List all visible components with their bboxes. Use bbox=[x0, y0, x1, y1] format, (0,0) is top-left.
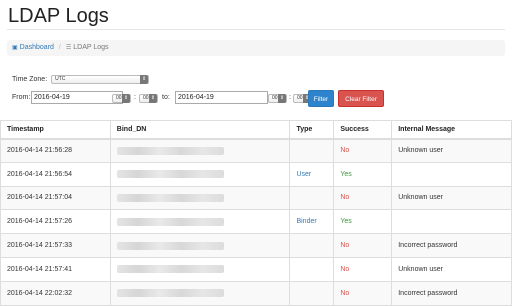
breadcrumb: ▣ Dashboard / ☰ LDAP Logs bbox=[7, 40, 505, 56]
from-hour-select[interactable]: 00 ⇕ bbox=[112, 94, 131, 103]
success-cell: No bbox=[333, 185, 393, 211]
success-cell: No bbox=[333, 280, 393, 306]
timestamp-cell: 2016-04-14 21:57:33 bbox=[0, 233, 111, 258]
bind-dn-cell bbox=[109, 138, 291, 163]
from-date-input[interactable] bbox=[31, 91, 123, 104]
filter-button[interactable]: Filter bbox=[308, 90, 334, 107]
bind-dn-cell bbox=[109, 161, 291, 187]
type-cell[interactable]: User bbox=[289, 161, 335, 187]
page-title: LDAP Logs bbox=[8, 5, 109, 27]
chevron-down-icon: ⇕ bbox=[122, 94, 130, 103]
date-range-row: From: 00 ⇕ : 00 ⇕ to: 00 ⇕ : 00 ⇕ Filter… bbox=[12, 89, 392, 107]
redacted-value bbox=[116, 193, 224, 202]
from-minute-select[interactable]: 00 ⇕ bbox=[139, 94, 158, 103]
time-colon: : bbox=[289, 94, 291, 101]
type-cell[interactable] bbox=[289, 280, 335, 306]
timezone-row: Time Zone: UTC ⇕ bbox=[12, 73, 172, 85]
list-icon: ☰ bbox=[65, 45, 72, 51]
message-cell bbox=[391, 161, 512, 187]
table-row: 2016-04-14 21:57:26 Binder Yes bbox=[0, 209, 512, 235]
timestamp-cell: 2016-04-14 21:56:28 bbox=[0, 138, 111, 163]
bind-dn-cell bbox=[109, 280, 291, 306]
timezone-value: UTC bbox=[55, 75, 66, 82]
success-cell: No bbox=[333, 256, 393, 282]
time-colon: : bbox=[134, 94, 136, 101]
chevron-down-icon: ⇕ bbox=[149, 94, 157, 103]
success-cell: No bbox=[333, 233, 393, 258]
column-header-timestamp[interactable]: Timestamp bbox=[0, 120, 111, 140]
success-cell: No bbox=[333, 138, 393, 163]
chevron-down-icon: ⇕ bbox=[278, 94, 286, 103]
redacted-value bbox=[116, 265, 224, 274]
redacted-value bbox=[116, 241, 224, 250]
table-row: 2016-04-14 21:56:54 User Yes bbox=[0, 161, 512, 187]
breadcrumb-separator: / bbox=[58, 44, 61, 51]
ldap-log-table: Timestamp Bind_DN Type Success Internal … bbox=[0, 120, 512, 306]
timestamp-cell: 2016-04-14 21:57:41 bbox=[0, 256, 111, 282]
success-cell: Yes bbox=[333, 209, 393, 235]
to-date-input[interactable] bbox=[175, 91, 268, 104]
timestamp-cell: 2016-04-14 21:56:54 bbox=[0, 161, 111, 187]
type-cell[interactable] bbox=[289, 233, 335, 258]
column-header-bind-dn[interactable]: Bind_DN bbox=[109, 120, 291, 140]
bind-dn-cell bbox=[109, 209, 291, 235]
table-header-row: Timestamp Bind_DN Type Success Internal … bbox=[0, 120, 512, 140]
timestamp-cell: 2016-04-14 21:57:04 bbox=[0, 185, 111, 211]
message-cell: Incorrect password bbox=[391, 233, 512, 258]
bind-dn-cell bbox=[109, 233, 291, 258]
success-cell: Yes bbox=[333, 161, 393, 187]
breadcrumb-current: LDAP Logs bbox=[73, 44, 109, 51]
table-row: 2016-04-14 21:57:33 No Incorrect passwor… bbox=[0, 233, 512, 258]
column-header-success[interactable]: Success bbox=[333, 120, 393, 140]
to-hour-select[interactable]: 00 ⇕ bbox=[268, 94, 287, 103]
table-row: 2016-04-14 21:56:28 No Unknown user bbox=[0, 138, 512, 163]
type-cell[interactable] bbox=[289, 138, 335, 163]
message-cell: Unknown user bbox=[391, 138, 512, 163]
timezone-select[interactable]: UTC ⇕ bbox=[51, 74, 150, 84]
title-divider bbox=[7, 29, 505, 30]
table-row: 2016-04-14 21:57:41 No Unknown user bbox=[0, 256, 512, 282]
column-header-type[interactable]: Type bbox=[289, 120, 335, 140]
from-label: From: bbox=[12, 94, 31, 101]
message-cell bbox=[391, 209, 512, 235]
type-cell[interactable] bbox=[289, 256, 335, 282]
timestamp-cell: 2016-04-14 21:57:26 bbox=[0, 209, 111, 235]
timestamp-cell: 2016-04-14 22:02:32 bbox=[0, 280, 111, 306]
type-cell[interactable] bbox=[289, 185, 335, 211]
timezone-label: Time Zone: bbox=[12, 75, 48, 83]
chevron-down-icon: ⇕ bbox=[140, 74, 149, 84]
table-row: 2016-04-14 21:57:04 No Unknown user bbox=[0, 185, 512, 211]
message-cell: Unknown user bbox=[391, 256, 512, 282]
to-label: to: bbox=[162, 94, 170, 101]
type-cell[interactable]: Binder bbox=[289, 209, 335, 235]
bind-dn-cell bbox=[109, 256, 291, 282]
redacted-value bbox=[116, 217, 224, 226]
message-cell: Incorrect password bbox=[391, 280, 512, 306]
redacted-value bbox=[116, 170, 224, 179]
redacted-value bbox=[116, 146, 224, 155]
breadcrumb-dashboard-link[interactable]: Dashboard bbox=[20, 40, 54, 56]
redacted-value bbox=[116, 289, 224, 298]
message-cell: Unknown user bbox=[391, 185, 512, 211]
dashboard-icon: ▣ bbox=[12, 45, 18, 51]
bind-dn-cell bbox=[109, 185, 291, 211]
table-row: 2016-04-14 22:02:32 No Incorrect passwor… bbox=[0, 280, 512, 306]
column-header-internal-message[interactable]: Internal Message bbox=[391, 120, 512, 140]
clear-filter-button[interactable]: Clear Filter bbox=[338, 90, 384, 107]
